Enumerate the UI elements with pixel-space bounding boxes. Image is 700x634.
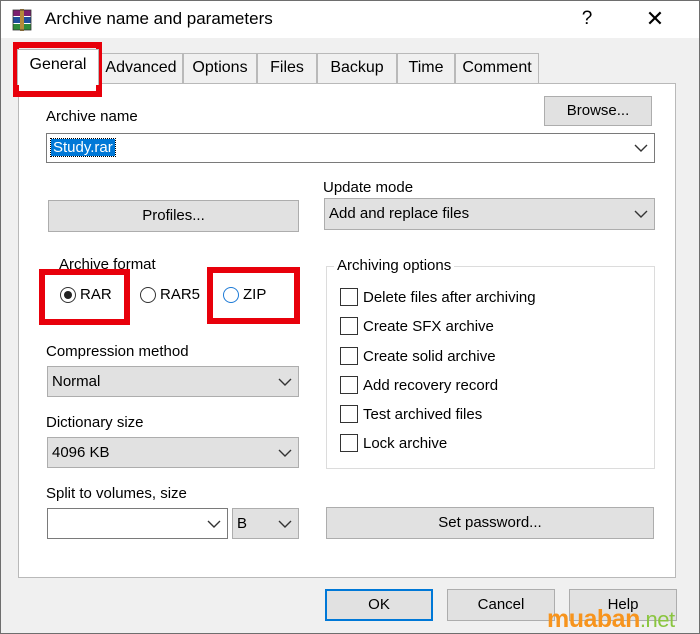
checkbox-icon — [340, 347, 358, 365]
archiving-options-label: Archiving options — [334, 257, 455, 274]
tab-advanced[interactable]: Advanced — [99, 53, 183, 83]
watermark-text-main: muaban — [547, 605, 640, 633]
checkbox-create-sfx[interactable]: Create SFX archive — [340, 317, 494, 335]
compression-method-label: Compression method — [46, 343, 189, 360]
winrar-app-icon — [12, 9, 32, 31]
window-title: Archive name and parameters — [45, 9, 273, 28]
title-bar[interactable]: Archive name and parameters ? ✕ — [1, 1, 699, 38]
checkbox-label: Lock archive — [363, 434, 448, 452]
archive-name-label: Archive name — [46, 108, 138, 125]
checkbox-label: Test archived files — [363, 405, 483, 423]
checkbox-icon — [340, 288, 358, 306]
tab-time[interactable]: Time — [397, 53, 455, 83]
checkbox-label: Add recovery record — [363, 376, 499, 394]
watermark-text-domain: .net — [639, 607, 675, 632]
tab-general[interactable]: General — [17, 49, 99, 85]
archive-name-input[interactable]: Study.rar — [46, 133, 655, 163]
tab-backup[interactable]: Backup — [317, 53, 397, 83]
format-rar5-label: RAR5 — [160, 286, 201, 303]
update-mode-value: Add and replace files — [329, 205, 470, 222]
highlight-zip-option — [207, 267, 300, 324]
watermark-logo: muaban.net — [547, 605, 675, 634]
tab-files[interactable]: Files — [257, 53, 317, 83]
browse-button[interactable]: Browse... — [544, 96, 652, 126]
help-icon[interactable]: ? — [573, 5, 601, 33]
checkbox-delete-files[interactable]: Delete files after archiving — [340, 288, 536, 306]
checkbox-label: Delete files after archiving — [363, 288, 536, 306]
dictionary-size-select[interactable]: 4096 KB — [47, 437, 299, 468]
chevron-down-icon[interactable] — [207, 520, 221, 529]
checkbox-icon — [340, 376, 358, 394]
profiles-button[interactable]: Profiles... — [48, 200, 299, 232]
split-size-input[interactable] — [47, 508, 228, 539]
dictionary-size-value: 4096 KB — [52, 444, 110, 461]
set-password-button[interactable]: Set password... — [326, 507, 654, 539]
dialog-window: Archive name and parameters ? ✕ General … — [0, 0, 700, 634]
checkbox-icon — [340, 317, 358, 335]
close-icon[interactable]: ✕ — [637, 3, 673, 35]
format-radio-rar5[interactable]: RAR5 — [140, 286, 200, 303]
tab-options[interactable]: Options — [183, 53, 257, 83]
split-volumes-label: Split to volumes, size — [46, 485, 187, 502]
split-unit-value: B — [237, 515, 248, 532]
chevron-down-icon[interactable] — [634, 144, 648, 153]
checkbox-solid-archive[interactable]: Create solid archive — [340, 347, 496, 365]
checkbox-recovery-record[interactable]: Add recovery record — [340, 376, 498, 394]
checkbox-icon — [340, 434, 358, 452]
dictionary-size-label: Dictionary size — [46, 414, 144, 431]
checkbox-label: Create solid archive — [363, 347, 496, 365]
checkbox-label: Create SFX archive — [363, 317, 494, 335]
cancel-button[interactable]: Cancel — [447, 589, 555, 621]
update-mode-label: Update mode — [323, 179, 414, 196]
compression-method-select[interactable]: Normal — [47, 366, 299, 397]
radio-icon — [140, 286, 156, 303]
checkbox-test-files[interactable]: Test archived files — [340, 405, 482, 423]
chevron-down-icon[interactable] — [278, 449, 292, 458]
general-tab-panel: Archive name Browse... Study.rar Update … — [18, 83, 676, 578]
checkbox-lock-archive[interactable]: Lock archive — [340, 434, 447, 452]
chevron-down-icon[interactable] — [278, 378, 292, 387]
compression-method-value: Normal — [52, 373, 101, 390]
tab-comment[interactable]: Comment — [455, 53, 539, 83]
checkbox-icon — [340, 405, 358, 423]
chevron-down-icon[interactable] — [634, 210, 648, 219]
update-mode-select[interactable]: Add and replace files — [324, 198, 655, 230]
archive-name-value: Study.rar — [50, 138, 116, 157]
highlight-rar-option — [39, 269, 130, 325]
ok-button[interactable]: OK — [325, 589, 433, 621]
split-unit-select[interactable]: B — [232, 508, 299, 539]
chevron-down-icon[interactable] — [278, 520, 292, 529]
